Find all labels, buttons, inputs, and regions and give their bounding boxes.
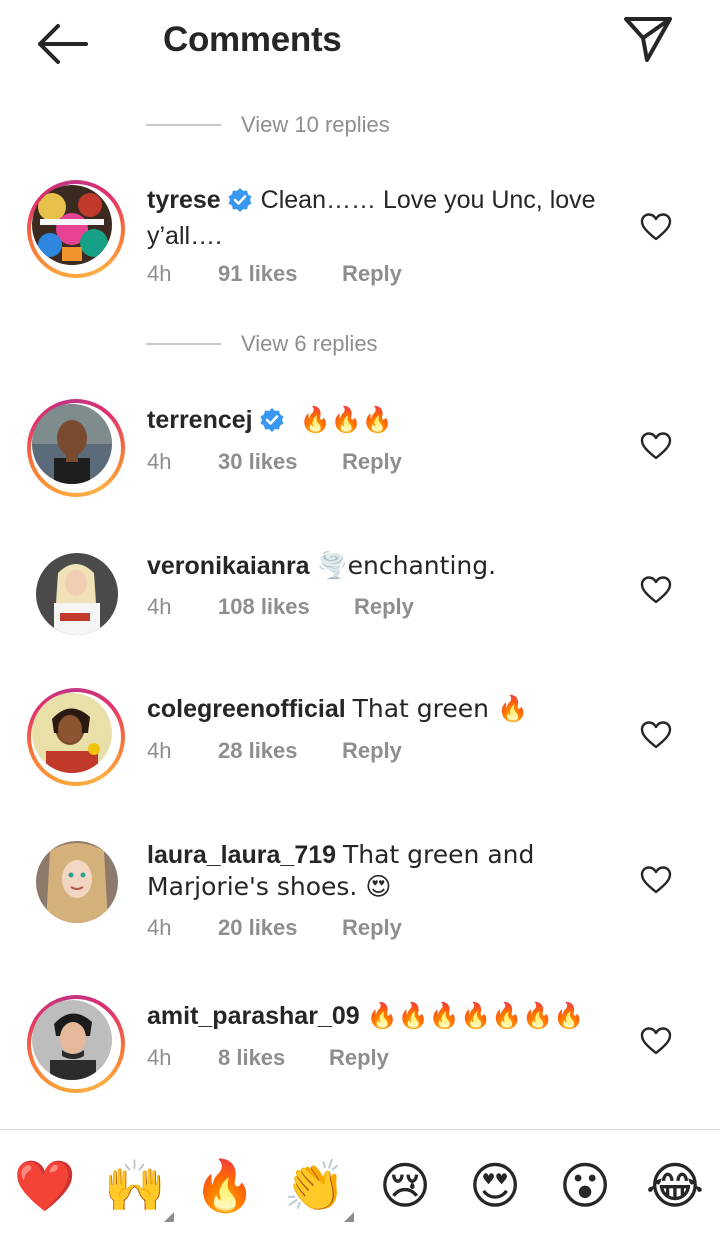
view-replies-label: View 10 replies: [241, 112, 390, 137]
divider-line: [146, 124, 221, 126]
like-button[interactable]: [640, 212, 672, 242]
reply-button[interactable]: Reply: [342, 915, 402, 941]
verified-badge-icon: [259, 407, 285, 441]
red-heart-emoji[interactable]: ❤️: [13, 1154, 77, 1218]
like-button[interactable]: [640, 865, 672, 895]
divider-line: [146, 343, 221, 345]
skin-tone-indicator-icon: [344, 1212, 354, 1222]
comment-text: colegreenofficial That green 🔥: [147, 693, 617, 725]
paper-plane-icon: [624, 17, 672, 62]
comment-username[interactable]: amit_parashar_09: [147, 1002, 360, 1030]
skin-tone-indicator-icon: [164, 1212, 174, 1222]
comment-likes[interactable]: 8 likes: [218, 1045, 285, 1071]
arrow-left-icon: [38, 24, 88, 64]
back-button[interactable]: [34, 22, 90, 66]
avatar[interactable]: [36, 841, 118, 923]
top-bar: Comments: [0, 0, 720, 86]
view-replies-label: View 6 replies: [241, 331, 378, 356]
tears-of-joy-emoji[interactable]: 😂: [643, 1154, 707, 1218]
heart-outline-icon: [640, 576, 672, 604]
verified-badge-icon: [227, 187, 253, 221]
like-button[interactable]: [640, 720, 672, 750]
heart-outline-icon: [640, 1027, 672, 1055]
clapping-hands-emoji[interactable]: 👏: [283, 1154, 347, 1218]
reply-button[interactable]: Reply: [342, 261, 402, 287]
comment-body: That green 🔥: [352, 694, 529, 723]
comment-username[interactable]: terrencej: [147, 406, 253, 434]
comment-time: 4h: [147, 738, 172, 763]
raising-hands-emoji[interactable]: 🙌: [103, 1154, 167, 1218]
page-title: Comments: [163, 20, 342, 59]
comment-text: amit_parashar_09 🔥🔥🔥🔥🔥🔥🔥: [147, 1000, 617, 1032]
fire-emoji[interactable]: 🔥: [193, 1154, 257, 1218]
comment-text: terrencej 🔥🔥🔥: [147, 404, 617, 441]
comment-time: 4h: [147, 1045, 172, 1070]
avatar[interactable]: [27, 180, 125, 278]
avatar[interactable]: [27, 995, 125, 1093]
comment-username[interactable]: colegreenofficial: [147, 695, 346, 723]
avatar[interactable]: [27, 688, 125, 786]
comment-username[interactable]: veronikaianra: [147, 552, 310, 580]
comment-time: 4h: [147, 915, 172, 940]
comment-body: 🔥🔥🔥🔥🔥🔥🔥: [366, 1001, 585, 1030]
reply-button[interactable]: Reply: [329, 1045, 389, 1071]
comment-time: 4h: [147, 261, 172, 286]
view-replies-button[interactable]: View 10 replies: [146, 110, 390, 140]
quick-reactions-bar: ❤️ 🙌 🔥 👏 😢 😍 😮 😂: [0, 1129, 720, 1240]
heart-outline-icon: [640, 213, 672, 241]
view-replies-button[interactable]: View 6 replies: [146, 329, 378, 359]
comment-text: laura_laura_719 That green and Marjorie'…: [147, 839, 617, 903]
surprised-face-emoji[interactable]: 😮: [553, 1154, 617, 1218]
heart-eyes-emoji[interactable]: 😍: [463, 1154, 527, 1218]
avatar[interactable]: [27, 399, 125, 497]
reply-button[interactable]: Reply: [342, 449, 402, 475]
comment-text: tyrese Clean…… Love you Unc, love y’all….: [147, 185, 617, 252]
comment-likes[interactable]: 28 likes: [218, 738, 298, 764]
reply-button[interactable]: Reply: [354, 594, 414, 620]
heart-outline-icon: [640, 432, 672, 460]
comment-time: 4h: [147, 594, 172, 619]
comment-time: 4h: [147, 449, 172, 474]
like-button[interactable]: [640, 1026, 672, 1056]
like-button[interactable]: [640, 575, 672, 605]
reply-button[interactable]: Reply: [342, 738, 402, 764]
comment-body: 🔥🔥🔥: [299, 405, 393, 434]
crying-face-emoji[interactable]: 😢: [373, 1154, 437, 1218]
comment-likes[interactable]: 91 likes: [218, 261, 298, 287]
comment-body: 🌪️enchanting.: [316, 551, 497, 580]
comment-username[interactable]: laura_laura_719: [147, 841, 336, 869]
comment-likes[interactable]: 108 likes: [218, 594, 310, 620]
heart-outline-icon: [640, 866, 672, 894]
comment-text: veronikaianra 🌪️enchanting.: [147, 550, 617, 582]
heart-outline-icon: [640, 721, 672, 749]
share-button[interactable]: [622, 14, 674, 66]
comment-username[interactable]: tyrese: [147, 186, 221, 214]
comment-likes[interactable]: 20 likes: [218, 915, 298, 941]
like-button[interactable]: [640, 431, 672, 461]
comment-likes[interactable]: 30 likes: [218, 449, 298, 475]
avatar[interactable]: [36, 553, 118, 635]
